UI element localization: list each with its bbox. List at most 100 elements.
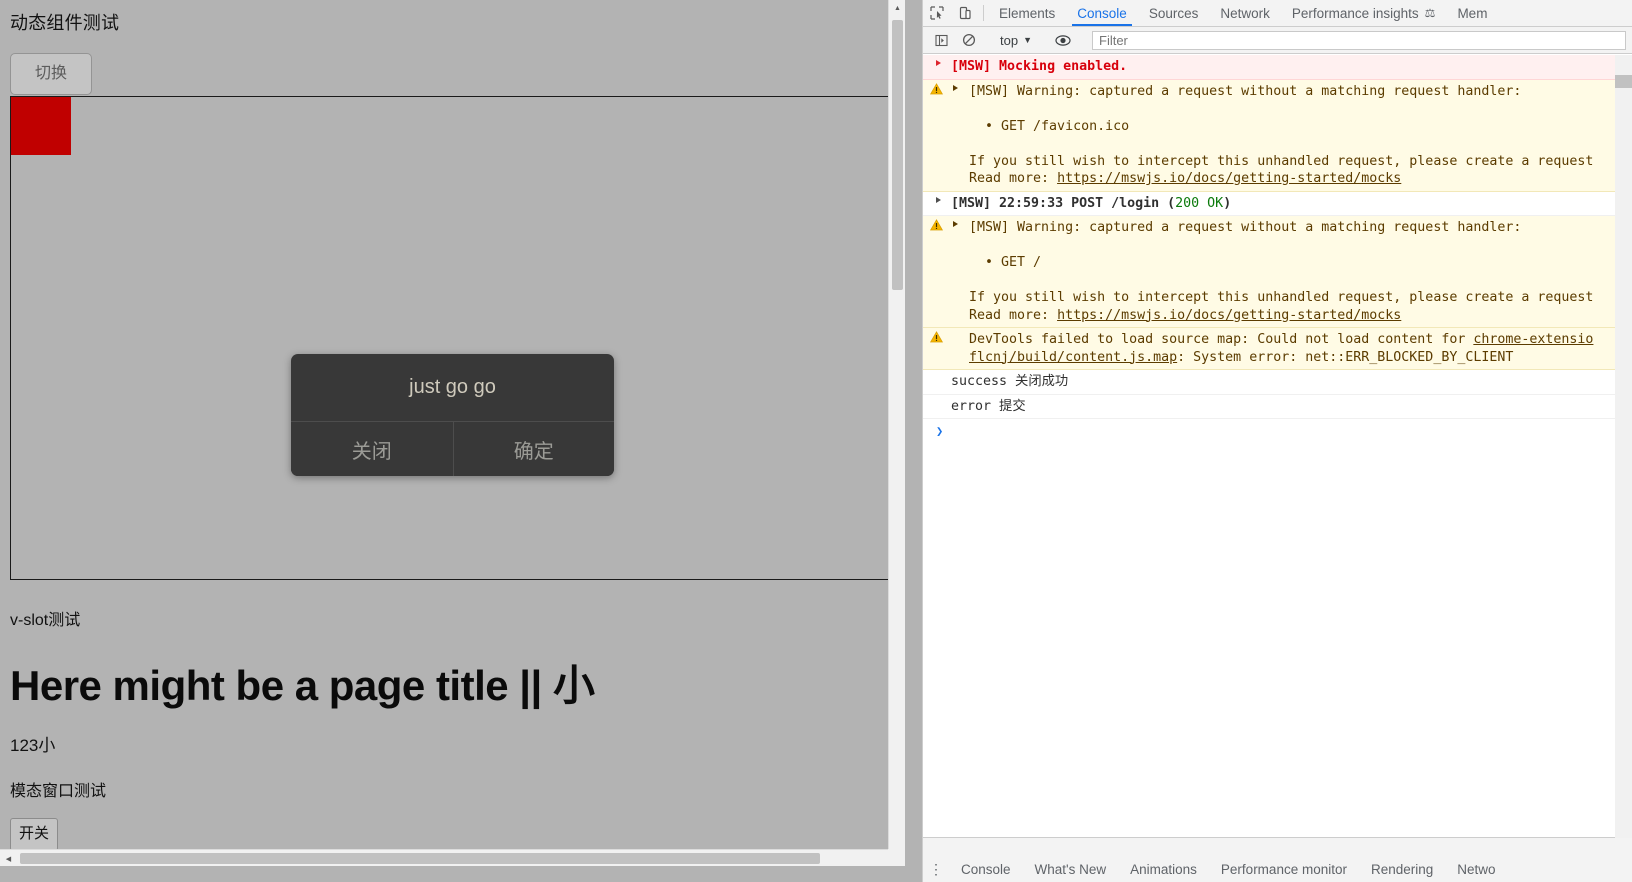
page-horizontal-scrollbar[interactable]: ◀ ▶ <box>0 849 905 866</box>
horizontal-scrollbar-thumb[interactable] <box>20 853 820 864</box>
drawer-tab-label: What's New <box>1034 861 1107 877</box>
warning-icon <box>929 82 944 95</box>
scroll-up-arrow-icon[interactable]: ▲ <box>889 0 906 17</box>
drawer-tab-label: Netwo <box>1457 861 1496 877</box>
modal-test-label: 模态窗口测试 <box>10 783 107 800</box>
tab-elements-label: Elements <box>999 5 1056 21</box>
page-heading: Here might be a page title || 小 <box>10 662 595 709</box>
console-log-line <box>969 100 1615 118</box>
tab-sources[interactable]: Sources <box>1138 0 1210 26</box>
expand-triangle-icon[interactable] <box>953 84 958 91</box>
scrollbar-track-marker <box>1615 75 1632 88</box>
drawer-tab-label: Animations <box>1130 861 1197 877</box>
status-ok-text: 200 OK <box>1175 195 1224 211</box>
scroll-left-arrow-icon[interactable]: ◀ <box>0 850 17 867</box>
console-link[interactable]: https://mswjs.io/docs/getting-started/mo… <box>1057 171 1401 186</box>
console-log-row[interactable]: success 关闭成功 <box>923 370 1615 395</box>
console-log-text: error 提交 <box>951 398 1615 416</box>
console-text-segment: ) <box>1223 195 1232 211</box>
console-link[interactable]: chrome-extensio <box>1473 332 1593 347</box>
drawer-tab-netwo[interactable]: Netwo <box>1445 856 1507 882</box>
console-log-line: Read more: https://mswjs.io/docs/getting… <box>969 170 1615 188</box>
drawer-scroll-corner <box>1615 819 1632 838</box>
drawer-tab-animations[interactable]: Animations <box>1118 856 1209 882</box>
console-text-segment: error 提交 <box>951 398 1026 414</box>
console-log-line: • GET / <box>969 254 1615 272</box>
console-log-row[interactable]: [MSW] Mocking enabled. <box>923 55 1615 80</box>
warning-icon <box>929 331 944 343</box>
console-text-segment: Read more: <box>969 171 1058 186</box>
execution-context-value: top <box>1000 32 1019 48</box>
vertical-scrollbar-thumb[interactable] <box>892 20 903 290</box>
beaker-icon: ⚖ <box>1424 6 1436 20</box>
tab-console-label: Console <box>1077 5 1127 21</box>
console-log-text: DevTools failed to load source map: Coul… <box>951 331 1615 366</box>
console-log-line: [MSW] Warning: captured a request withou… <box>969 219 1615 237</box>
clear-console-icon[interactable] <box>955 33 983 47</box>
console-sidebar-icon[interactable] <box>927 34 955 47</box>
console-log-row[interactable]: [MSW] 22:59:33 POST /login (200 OK) <box>923 191 1615 216</box>
tab-sources-label: Sources <box>1148 5 1199 21</box>
console-text-segment: If you still wish to intercept this unha… <box>969 153 1594 169</box>
console-text-segment: If you still wish to intercept this unha… <box>969 290 1594 305</box>
tab-elements[interactable]: Elements <box>988 0 1066 26</box>
expand-triangle-icon[interactable] <box>936 196 941 203</box>
modal-confirm-button[interactable]: 确定 <box>452 422 614 476</box>
live-expression-icon[interactable] <box>1049 34 1077 47</box>
tab-performance-insights[interactable]: Performance insights ⚖ <box>1281 0 1447 26</box>
drawer-tab-rendering[interactable]: Rendering <box>1359 856 1445 882</box>
console-text-segment: [MSW] 22:59:33 POST /login ( <box>951 195 1176 211</box>
console-log-text: [MSW] 22:59:33 POST /login (200 OK) <box>951 195 1615 213</box>
switch-button[interactable]: 开关 <box>10 818 59 851</box>
console-log-row[interactable]: [MSW] Warning: captured a request withou… <box>923 79 1615 192</box>
console-log-line: • GET /favicon.ico <box>969 118 1615 136</box>
console-log-line: Read more: https://mswjs.io/docs/getting… <box>969 307 1615 325</box>
console-log-area: [MSW] Mocking enabled. [MSW] Warning: cap… <box>923 55 1615 837</box>
red-square <box>11 97 71 155</box>
more-options-icon[interactable]: ⋮ <box>923 862 949 876</box>
console-text-segment: [MSW] Mocking enabled. <box>951 59 1128 74</box>
console-log-line: error 提交 <box>951 398 1615 416</box>
console-text-segment: [MSW] Warning: captured a request withou… <box>969 83 1522 99</box>
console-link[interactable]: flcnj/build/content.js.map <box>969 350 1177 365</box>
console-log-line: success 关闭成功 <box>951 373 1615 391</box>
screen: 动态组件测试 切换 just go go 关闭 确定 v-slot测试 Here… <box>0 0 1632 882</box>
console-prompt-row[interactable]: ❯ <box>923 419 1615 441</box>
console-log-line: DevTools failed to load source map: Coul… <box>969 331 1615 349</box>
tab-memory[interactable]: Mem <box>1446 0 1498 26</box>
inspect-element-icon[interactable] <box>923 0 951 26</box>
console-log-line <box>969 237 1615 255</box>
warning-icon <box>929 219 944 231</box>
console-log-row[interactable]: [MSW] Warning: captured a request withou… <box>923 216 1615 328</box>
console-link[interactable]: https://mswjs.io/docs/getting-started/mo… <box>1057 308 1401 323</box>
tab-network[interactable]: Network <box>1209 0 1281 26</box>
tab-network-label: Network <box>1220 5 1270 21</box>
devtools-vertical-scrollbar[interactable]: ▼ <box>1615 55 1632 837</box>
console-log-line: flcnj/build/content.js.map: System error… <box>969 349 1615 367</box>
execution-context-select[interactable]: top ▼ <box>992 33 1040 48</box>
toggle-button[interactable]: 切换 <box>10 53 93 95</box>
tab-console[interactable]: Console <box>1066 0 1138 26</box>
console-log-line <box>969 135 1615 153</box>
number-label: 123小 <box>10 736 56 755</box>
console-log-text: [MSW] Mocking enabled. <box>951 58 1615 76</box>
modal-close-button[interactable]: 关闭 <box>291 422 453 476</box>
console-text-segment: success 关闭成功 <box>951 374 1069 389</box>
drawer-tab-console[interactable]: Console <box>949 856 1023 882</box>
device-toolbar-icon[interactable] <box>951 0 979 26</box>
page-vertical-scrollbar[interactable]: ▲ ▼ <box>888 0 905 866</box>
expand-triangle-icon[interactable] <box>953 221 958 227</box>
filter-input[interactable] <box>1092 30 1626 50</box>
tab-memory-label: Mem <box>1457 5 1488 21</box>
drawer-tab-what-s-new[interactable]: What's New <box>1023 856 1119 882</box>
console-log-row[interactable]: error 提交 <box>923 394 1615 419</box>
console-toolbar: top ▼ <box>923 27 1632 54</box>
drawer-tab-performance-monitor[interactable]: Performance monitor <box>1209 856 1359 882</box>
console-log-row[interactable]: DevTools failed to load source map: Coul… <box>923 328 1615 370</box>
console-log-line: If you still wish to intercept this unha… <box>969 153 1615 171</box>
console-text-segment: : System error: net::ERR_BLOCKED_BY_CLIE… <box>1177 349 1514 365</box>
chevron-down-icon: ▼ <box>1023 35 1032 45</box>
modal-dialog: just go go 关闭 确定 <box>291 354 614 476</box>
expand-triangle-icon[interactable] <box>936 60 941 66</box>
devtools-drawer: ⋮ Console What's New Animations Performance… <box>923 819 1632 882</box>
